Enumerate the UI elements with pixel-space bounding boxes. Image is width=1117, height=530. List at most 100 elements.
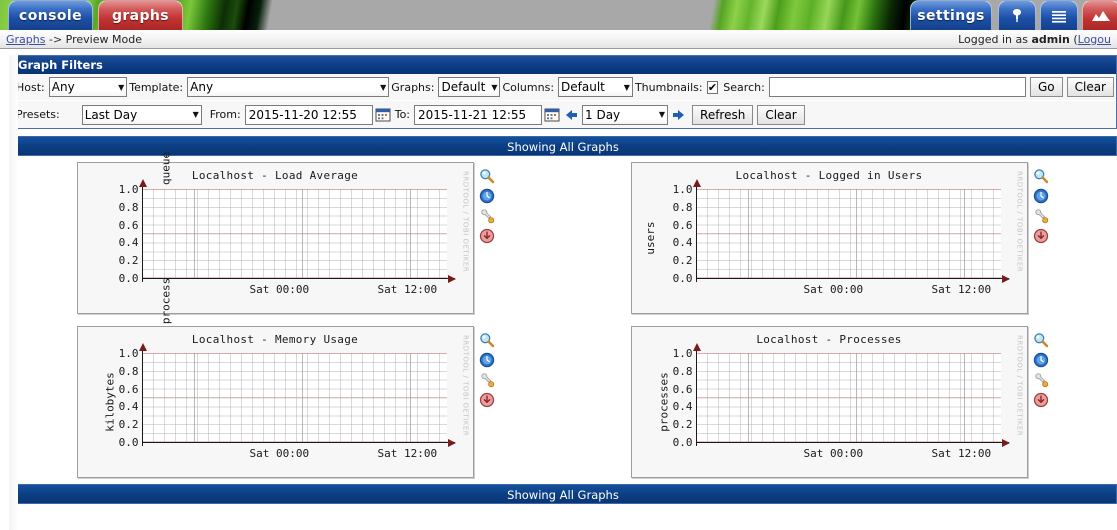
graph-zoom-icon[interactable] bbox=[479, 332, 495, 348]
graph-y-ticks: 1.0 0.8 0.6 0.4 0.2 0.0 bbox=[118, 347, 139, 449]
graph-x-tick: Sat 00:00 bbox=[803, 283, 864, 296]
session-username: admin bbox=[1031, 32, 1070, 46]
clear-dates-button[interactable]: Clear bbox=[757, 104, 805, 125]
rrdtool-watermark: RRDTOOL / TOBI OETIKER bbox=[461, 335, 470, 437]
timespan-select[interactable]: 1 Day ▼ bbox=[582, 104, 669, 125]
graphs-label: Graphs: bbox=[391, 80, 435, 94]
tab-console-label: console bbox=[19, 7, 82, 24]
breadcrumb-separator: -> bbox=[48, 32, 63, 46]
thumbnails-checkbox[interactable]: ✔ bbox=[706, 80, 719, 94]
presets-label: Presets: bbox=[16, 108, 60, 121]
graph-x-tick: Sat 12:00 bbox=[931, 447, 992, 460]
breadcrumb: Graphs -> Preview Mode bbox=[6, 33, 958, 46]
top-navigation-bar: console graphs settings bbox=[0, 0, 1117, 30]
graph-cell: Localhost - Processes processes RRDTOOL … bbox=[563, 320, 1117, 484]
to-label: To: bbox=[394, 108, 411, 121]
presets-select[interactable]: Last Day ▼ bbox=[81, 104, 202, 125]
graph-x-tick: Sat 00:00 bbox=[249, 447, 310, 460]
breadcrumb-current: Preview Mode bbox=[65, 32, 142, 46]
from-date-input[interactable] bbox=[244, 104, 373, 125]
graph-properties-icon[interactable] bbox=[1033, 208, 1049, 224]
calendar-icon[interactable] bbox=[544, 107, 560, 123]
session-info: Logged in as admin (Logou bbox=[958, 33, 1111, 46]
host-select[interactable]: Any ▼ bbox=[48, 77, 128, 97]
host-label: Host: bbox=[16, 80, 45, 94]
graph-properties-icon[interactable] bbox=[479, 208, 495, 224]
graph-csv-export-icon[interactable] bbox=[479, 392, 495, 408]
search-input[interactable] bbox=[768, 77, 1026, 97]
arrow-right-icon[interactable] bbox=[671, 108, 685, 122]
template-label: Template: bbox=[129, 80, 184, 94]
list-icon bbox=[1050, 8, 1068, 24]
logout-link[interactable]: Logou bbox=[1078, 33, 1111, 46]
y-axis-arrow bbox=[692, 343, 701, 351]
tab-list-view[interactable] bbox=[1040, 0, 1078, 30]
header-banner-stripes-right bbox=[700, 0, 930, 30]
chevron-down-icon: ▼ bbox=[658, 110, 666, 119]
graph-x-tick: Sat 00:00 bbox=[803, 447, 864, 460]
graph-cell: Localhost - Load Average processes in th… bbox=[9, 152, 563, 324]
x-axis-arrow bbox=[1001, 275, 1010, 283]
graph-zoom-icon[interactable] bbox=[1033, 332, 1049, 348]
refresh-button[interactable]: Refresh bbox=[692, 104, 754, 125]
from-label: From: bbox=[209, 108, 241, 121]
graph-realtime-icon[interactable] bbox=[1033, 188, 1049, 204]
graph-action-icons bbox=[474, 162, 496, 244]
chevron-down-icon: ▼ bbox=[491, 82, 498, 92]
chevron-down-icon: ▼ bbox=[192, 110, 199, 119]
filter-row-1: Host: Any ▼ Template: Any ▼ Graphs: Defa… bbox=[10, 74, 1116, 101]
columns-select[interactable]: Default ▼ bbox=[558, 77, 633, 97]
graph-plot-area bbox=[695, 189, 1001, 278]
graph-filters-title: Graph Filters bbox=[10, 56, 1116, 74]
graph-realtime-icon[interactable] bbox=[479, 188, 495, 204]
graph-plot-area bbox=[141, 189, 447, 278]
graph-x-tick: Sat 12:00 bbox=[377, 447, 438, 460]
x-axis-arrow bbox=[447, 275, 456, 283]
tab-console[interactable]: console bbox=[8, 0, 93, 30]
graph-realtime-icon[interactable] bbox=[479, 352, 495, 368]
to-date-input[interactable] bbox=[414, 104, 543, 125]
template-select[interactable]: Any ▼ bbox=[187, 77, 390, 97]
tab-graphs-label: graphs bbox=[111, 7, 170, 24]
clear-button[interactable]: Clear bbox=[1066, 77, 1114, 97]
x-axis-arrow bbox=[447, 439, 456, 447]
showing-all-graphs-footer: Showing All Graphs bbox=[9, 484, 1117, 504]
graph-image-logged-in-users[interactable]: Localhost - Logged in Users users RRDTOO… bbox=[630, 162, 1028, 314]
go-button[interactable]: Go bbox=[1029, 77, 1063, 97]
left-edge-shadow bbox=[9, 55, 18, 530]
graphs-select[interactable]: Default ▼ bbox=[438, 77, 501, 97]
filter-row-2: Presets: Last Day ▼ From: To: bbox=[10, 101, 1116, 128]
graph-csv-export-icon[interactable] bbox=[1033, 392, 1049, 408]
template-select-value: Any bbox=[190, 80, 214, 94]
graph-image-memory-usage[interactable]: Localhost - Memory Usage kilobytes RRDTO… bbox=[76, 326, 474, 478]
graph-properties-icon[interactable] bbox=[479, 372, 495, 388]
graph-plot-area bbox=[695, 353, 1001, 442]
graph-x-tick: Sat 12:00 bbox=[377, 283, 438, 296]
graph-y-ticks: 1.0 0.8 0.6 0.4 0.2 0.0 bbox=[672, 183, 693, 285]
graph-action-icons bbox=[474, 326, 496, 408]
thumbnails-label: Thumbnails: bbox=[634, 80, 703, 94]
graph-zoom-icon[interactable] bbox=[1033, 168, 1049, 184]
graph-csv-export-icon[interactable] bbox=[1033, 228, 1049, 244]
graph-properties-icon[interactable] bbox=[1033, 372, 1049, 388]
tab-tree-view[interactable] bbox=[998, 0, 1036, 30]
graph-image-load-average[interactable]: Localhost - Load Average processes in th… bbox=[76, 152, 474, 324]
tab-settings[interactable]: settings bbox=[910, 0, 992, 30]
graph-action-icons bbox=[1028, 326, 1050, 408]
graph-image-processes[interactable]: Localhost - Processes processes RRDTOOL … bbox=[630, 326, 1028, 478]
tab-preview-view[interactable] bbox=[1082, 0, 1117, 30]
graph-realtime-icon[interactable] bbox=[1033, 352, 1049, 368]
graph-action-icons bbox=[1028, 162, 1050, 244]
graph-csv-export-icon[interactable] bbox=[479, 228, 495, 244]
calendar-icon[interactable] bbox=[375, 107, 391, 123]
breadcrumb-root-link[interactable]: Graphs bbox=[6, 33, 45, 46]
session-paren: ( bbox=[1069, 32, 1078, 46]
tab-graphs[interactable]: graphs bbox=[98, 0, 183, 30]
columns-label: Columns: bbox=[502, 80, 555, 94]
graph-plot-area bbox=[141, 353, 447, 442]
tree-icon bbox=[1008, 7, 1026, 25]
graph-zoom-icon[interactable] bbox=[479, 168, 495, 184]
arrow-left-icon[interactable] bbox=[565, 108, 579, 122]
y-axis-arrow bbox=[138, 343, 147, 351]
session-prefix: Logged in as bbox=[958, 32, 1032, 46]
